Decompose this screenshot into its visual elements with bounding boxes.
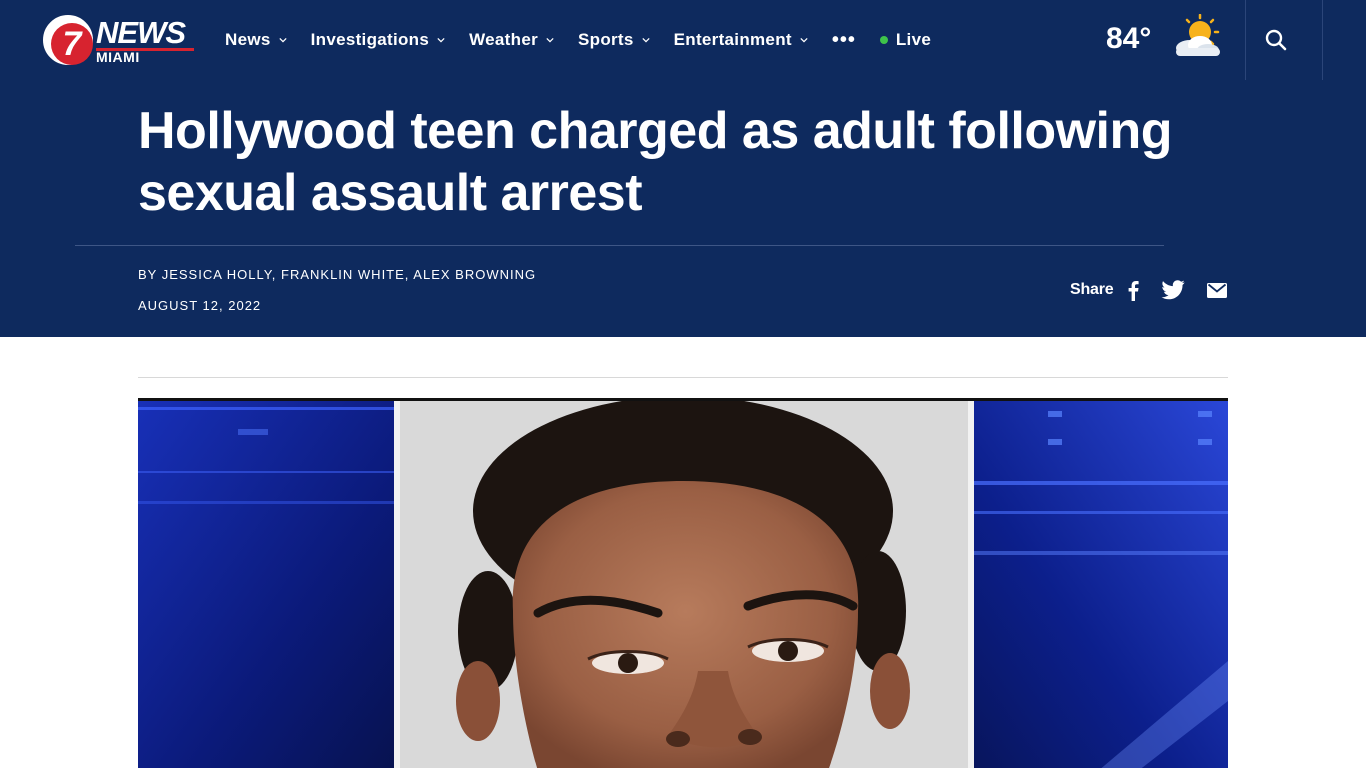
share-label: Share — [1070, 281, 1114, 298]
chevron-down-icon — [800, 37, 808, 43]
nav-divider — [1322, 0, 1323, 80]
chevron-down-icon — [546, 37, 554, 43]
article-date: AUGUST 12, 2022 — [138, 298, 262, 313]
twitter-share-button[interactable] — [1161, 280, 1186, 300]
twitter-icon — [1161, 280, 1186, 300]
header-divider — [75, 245, 1164, 246]
main-menu: News Investigations Weather Sports Enter… — [225, 28, 955, 52]
live-label: Live — [895, 30, 932, 49]
nav-item-label: Entertainment — [673, 30, 792, 49]
search-icon[interactable] — [1264, 28, 1288, 52]
chevron-down-icon — [437, 37, 445, 43]
email-share-button[interactable] — [1207, 282, 1228, 298]
nav-item-investigations[interactable]: Investigations — [311, 30, 446, 50]
article-headline: Hollywood teen charged as adult followin… — [138, 102, 1173, 222]
nav-divider — [1245, 0, 1246, 80]
facebook-icon — [1129, 280, 1140, 301]
mugshot-image — [138, 401, 1228, 768]
7news-miami-logo[interactable]: 7 NEWS MIAMI — [43, 15, 198, 67]
logo-city: MIAMI — [96, 49, 140, 65]
logo-brand-name: NEWS — [96, 15, 186, 50]
facebook-share-button[interactable] — [1127, 280, 1140, 301]
logo-circle: 7 — [43, 15, 93, 65]
more-menu-button[interactable]: ••• — [832, 30, 856, 50]
email-icon — [1207, 282, 1228, 298]
live-link[interactable]: Live — [879, 30, 932, 50]
nav-item-weather[interactable]: Weather — [469, 30, 554, 50]
content-divider — [138, 377, 1228, 378]
partly-sunny-icon[interactable] — [1170, 14, 1222, 58]
chevron-down-icon — [278, 37, 287, 43]
article-lead-image[interactable] — [138, 398, 1228, 768]
live-indicator-dot — [879, 36, 888, 44]
article-byline: BY JESSICA HOLLY, FRANKLIN WHITE, ALEX B… — [138, 267, 537, 282]
nav-item-label: Investigations — [310, 30, 430, 49]
nav-item-sports[interactable]: Sports — [578, 30, 650, 50]
nav-item-label: News — [225, 30, 271, 49]
nav-item-news[interactable]: News — [225, 30, 287, 50]
share-bar: Share — [1070, 278, 1228, 302]
weather-temperature[interactable]: 84° — [1106, 22, 1151, 56]
article-header: Hollywood teen charged as adult followin… — [0, 80, 1366, 337]
nav-item-label: Sports — [578, 30, 634, 49]
chevron-down-icon — [642, 37, 650, 43]
logo-number: 7 — [51, 23, 93, 65]
nav-item-label: Weather — [469, 30, 538, 49]
top-navigation-bar: 7 NEWS MIAMI News Investigations Weather… — [0, 0, 1366, 80]
nav-item-entertainment[interactable]: Entertainment — [674, 30, 808, 50]
